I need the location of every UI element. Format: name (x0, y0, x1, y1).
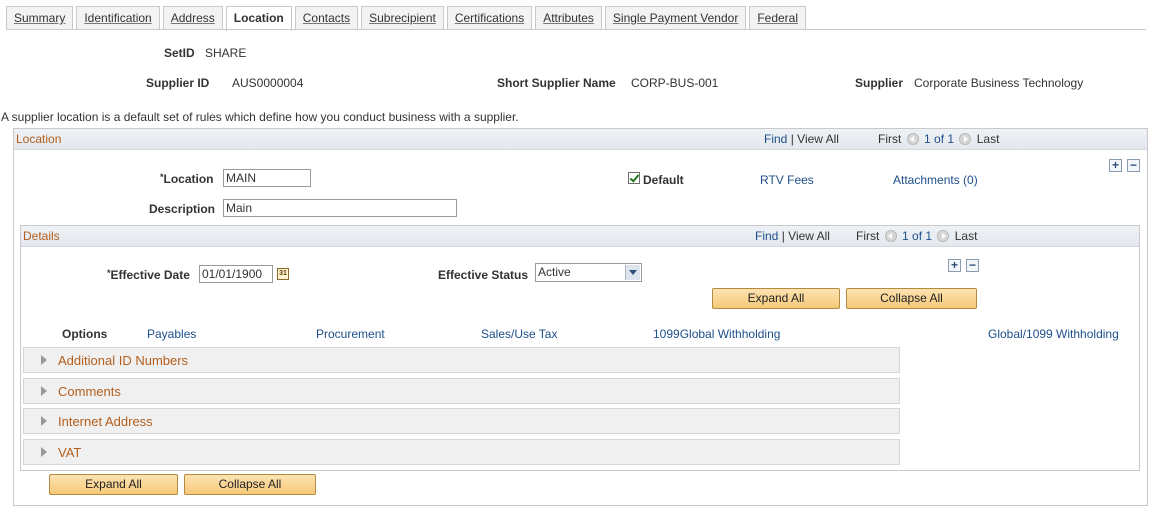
tab-summary[interactable]: Summary (6, 6, 74, 29)
section-title: VAT (58, 445, 82, 460)
setid-value: SHARE (205, 46, 247, 60)
location-field-label-text: Location (163, 172, 214, 186)
details-grid-title: Details (23, 229, 60, 243)
location-row-count: 1 of 1 (924, 132, 955, 146)
location-grid-header: Location Find | View All First 1 of 1 La… (14, 129, 1147, 150)
previous-row-icon[interactable] (884, 230, 897, 242)
details-find-link[interactable]: Find (755, 229, 778, 243)
description-label: Description (149, 202, 216, 216)
next-row-icon[interactable] (937, 230, 950, 242)
nav-separator: | (790, 132, 794, 146)
tab-attributes[interactable]: Attributes (535, 6, 602, 29)
first-label: First (878, 132, 902, 146)
first-label: First (856, 229, 880, 243)
location-grid-pager: First 1 of 1 Last (878, 132, 999, 146)
tab-certifications[interactable]: Certifications (446, 6, 533, 29)
tab-address[interactable]: Address (162, 6, 223, 29)
tab-identification[interactable]: Identification (76, 6, 160, 29)
supplier-id-value: AUS0000004 (232, 76, 304, 90)
description-input[interactable] (223, 199, 457, 217)
details-view-all-link[interactable]: View All (788, 229, 830, 243)
short-supplier-name-value: CORP-BUS-001 (631, 76, 719, 90)
nav-separator: | (781, 229, 785, 243)
global-1099-withholding-link[interactable]: Global/1099 Withholding (988, 327, 1119, 341)
section-title: Internet Address (58, 414, 153, 429)
location-grid-title: Location (16, 132, 62, 146)
previous-row-icon[interactable] (906, 133, 919, 145)
expand-all-button[interactable]: Expand All (712, 288, 840, 309)
expand-triangle-icon (41, 386, 47, 396)
add-row-icon[interactable]: + (948, 259, 961, 272)
details-grid-header: Details Find | View All First 1 of 1 Las… (21, 226, 1139, 247)
next-row-icon[interactable] (959, 133, 972, 145)
options-label: Options (62, 327, 108, 341)
expand-triangle-icon (41, 416, 47, 426)
procurement-link[interactable]: Procurement (316, 327, 385, 341)
short-supplier-name-label: Short Supplier Name (497, 76, 616, 90)
tab-subrecipient[interactable]: Subrecipient (361, 6, 444, 29)
supplier-value: Corporate Business Technology (914, 76, 1084, 90)
expand-triangle-icon (41, 447, 47, 457)
chevron-down-icon (625, 265, 640, 280)
calendar-icon[interactable]: 31 (277, 268, 289, 280)
details-row-count: 1 of 1 (902, 229, 933, 243)
1099-global-withholding-link[interactable]: 1099Global Withholding (653, 327, 780, 341)
default-checkbox[interactable] (628, 172, 640, 184)
tab-single-payment-vendor[interactable]: Single Payment Vendor (604, 6, 747, 29)
tab-divider (6, 29, 1146, 30)
section-title: Comments (58, 384, 121, 399)
effective-status-label: Effective Status (438, 268, 529, 282)
effective-date-label-text: Effective Date (110, 268, 190, 282)
expand-triangle-icon (41, 355, 47, 365)
effective-date-label: *Effective Date (107, 268, 190, 282)
supplier-label: Supplier (855, 76, 904, 90)
last-label: Last (976, 132, 1000, 146)
delete-row-icon[interactable]: − (966, 259, 979, 272)
sales-use-tax-link[interactable]: Sales/Use Tax (481, 327, 557, 341)
section-vat[interactable]: VAT (23, 439, 900, 465)
location-view-all-link[interactable]: View All (797, 132, 839, 146)
section-additional-id-numbers[interactable]: Additional ID Numbers (23, 347, 900, 373)
payables-link[interactable]: Payables (147, 327, 196, 341)
effective-status-select[interactable]: Active (535, 263, 642, 282)
location-grid-nav: Find | View All (764, 132, 839, 146)
setid-label: SetID (164, 46, 195, 60)
last-label: Last (954, 229, 978, 243)
location-find-link[interactable]: Find (764, 132, 787, 146)
tab-federal[interactable]: Federal (749, 6, 807, 29)
location-input[interactable] (223, 169, 311, 187)
supplier-id-label: Supplier ID (146, 76, 210, 90)
tab-location[interactable]: Location (225, 6, 292, 31)
attachments-link[interactable]: Attachments (0) (893, 173, 978, 187)
collapse-all-button[interactable]: Collapse All (846, 288, 977, 309)
footer-expand-all-button[interactable]: Expand All (49, 474, 178, 495)
rtv-fees-link[interactable]: RTV Fees (760, 173, 814, 187)
intro-text: A supplier location is a default set of … (1, 110, 519, 124)
add-row-icon[interactable]: + (1109, 159, 1122, 172)
delete-row-icon[interactable]: − (1127, 159, 1140, 172)
effective-status-value: Active (538, 265, 571, 279)
section-internet-address[interactable]: Internet Address (23, 408, 900, 434)
default-label: Default (643, 173, 684, 187)
details-grid-nav: Find | View All (755, 229, 830, 243)
tab-contacts[interactable]: Contacts (294, 6, 359, 29)
location-field-label: *Location (160, 172, 214, 186)
section-comments[interactable]: Comments (23, 378, 900, 404)
details-grid-pager: First 1 of 1 Last (856, 229, 977, 243)
tab-bar: Summary Identification Address Location … (6, 6, 809, 31)
section-title: Additional ID Numbers (58, 353, 189, 368)
footer-collapse-all-button[interactable]: Collapse All (184, 474, 316, 495)
effective-date-input[interactable] (199, 265, 273, 283)
